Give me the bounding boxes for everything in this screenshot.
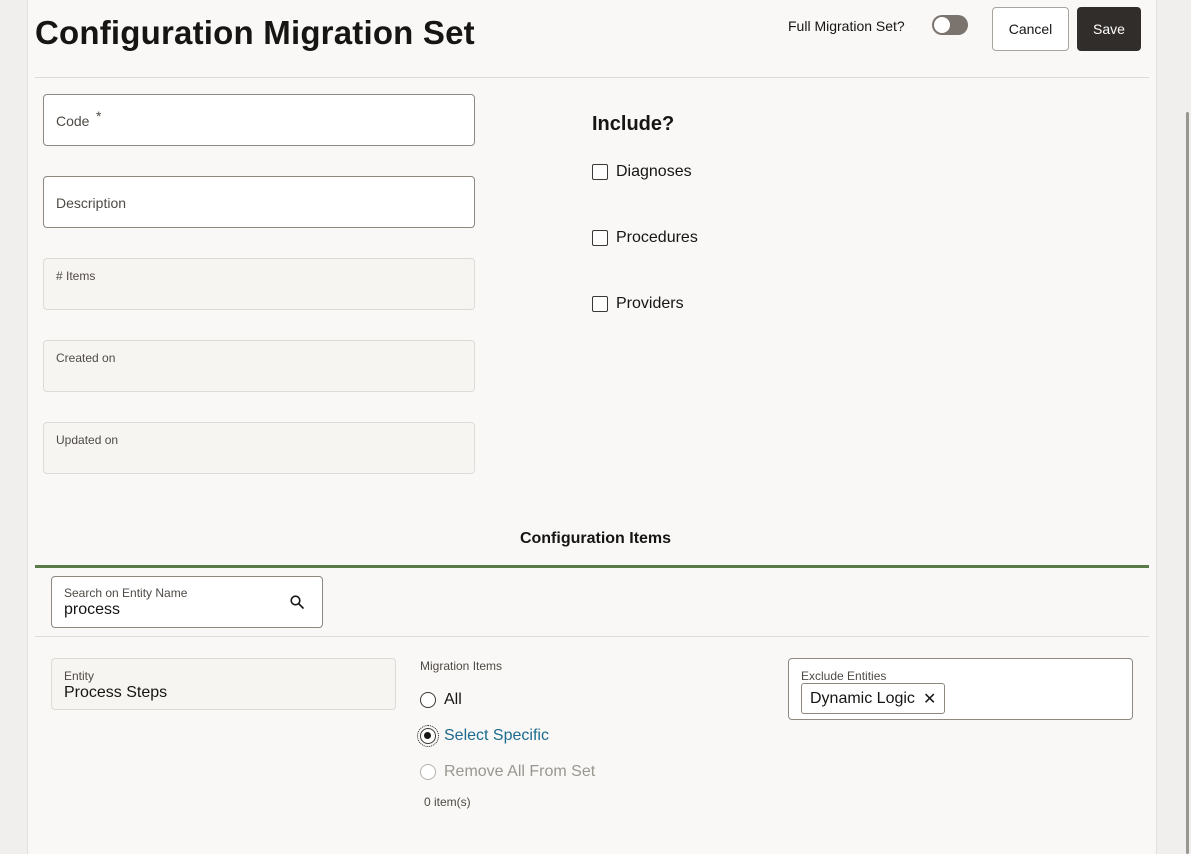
diagnoses-label: Diagnoses [616, 163, 692, 180]
remove-chip-icon[interactable]: ✕ [923, 689, 936, 709]
radio-select-specific[interactable] [417, 725, 439, 747]
description-field[interactable]: Description [43, 176, 475, 228]
code-label: Code [56, 113, 90, 129]
entity-search-input[interactable]: Search on Entity Name process [51, 576, 323, 628]
providers-checkbox[interactable] [592, 296, 608, 312]
search-divider [35, 636, 1149, 637]
full-migration-toggle[interactable] [932, 15, 968, 35]
items-field: # Items [43, 258, 475, 310]
created-on-label: Created on [56, 351, 116, 365]
providers-checkbox-row[interactable]: Providers [592, 295, 684, 313]
full-migration-label: Full Migration Set? [788, 18, 905, 34]
updated-on-label: Updated on [56, 433, 119, 447]
search-icon[interactable] [290, 595, 304, 609]
vertical-scrollbar[interactable] [1186, 112, 1189, 854]
save-button[interactable]: Save [1077, 7, 1141, 51]
item-count: 0 item(s) [424, 795, 471, 809]
cancel-button[interactable]: Cancel [992, 7, 1069, 51]
exclude-chip: Dynamic Logic ✕ [801, 683, 946, 714]
required-mark: * [96, 108, 102, 124]
diagnoses-checkbox[interactable] [592, 164, 608, 180]
radio-remove-all-label: Remove All From Set [444, 763, 596, 780]
created-on-field: Created on [43, 340, 475, 392]
radio-remove-all-row: Remove All From Set [420, 763, 595, 781]
page-title: Configuration Migration Set [35, 14, 475, 51]
entity-label: Entity [64, 669, 95, 683]
include-title: Include? [592, 113, 675, 135]
exclude-entities-field[interactable]: Exclude Entities Dynamic Logic ✕ [788, 658, 1133, 720]
diagnoses-checkbox-row[interactable]: Diagnoses [592, 163, 692, 181]
providers-label: Providers [616, 295, 684, 312]
items-label: # Items [56, 269, 96, 283]
header-divider [35, 77, 1149, 78]
procedures-label: Procedures [616, 229, 698, 246]
entity-field: Entity Process Steps [51, 658, 396, 710]
toggle-knob [934, 17, 950, 33]
entity-value: Process Steps [64, 684, 168, 701]
configuration-items-title: Configuration Items [519, 530, 672, 547]
radio-all-label: All [444, 691, 462, 708]
description-label: Description [56, 195, 127, 211]
migration-items-label: Migration Items [420, 659, 503, 673]
search-value: process [64, 601, 121, 618]
section-accent-line [35, 565, 1149, 568]
search-label: Search on Entity Name [64, 586, 188, 600]
radio-all-row[interactable]: All [420, 691, 462, 709]
procedures-checkbox[interactable] [592, 230, 608, 246]
exclude-chip-label: Dynamic Logic [810, 689, 915, 707]
radio-select-specific-row[interactable]: Select Specific [417, 725, 549, 747]
radio-remove-all [420, 764, 436, 780]
procedures-checkbox-row[interactable]: Procedures [592, 229, 698, 247]
updated-on-field: Updated on [43, 422, 475, 474]
radio-select-specific-label: Select Specific [444, 727, 549, 744]
exclude-entities-label: Exclude Entities [801, 669, 887, 683]
radio-all[interactable] [420, 692, 436, 708]
code-field[interactable]: Code * [43, 94, 475, 146]
